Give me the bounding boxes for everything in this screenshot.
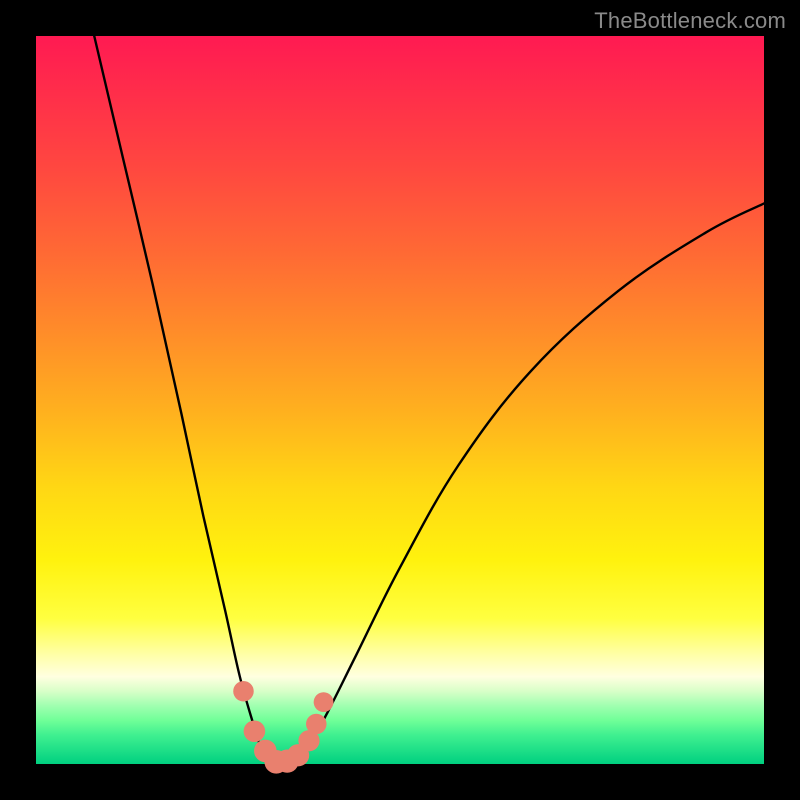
highlight-marker [244,720,266,742]
highlight-markers [233,681,333,774]
curve-svg [36,36,764,764]
bottleneck-curve-path [94,36,764,764]
highlight-marker [306,714,327,735]
highlight-marker [233,681,254,702]
watermark-text: TheBottleneck.com [594,8,786,34]
highlight-marker [314,692,334,712]
chart-frame: TheBottleneck.com [0,0,800,800]
plot-area [36,36,764,764]
